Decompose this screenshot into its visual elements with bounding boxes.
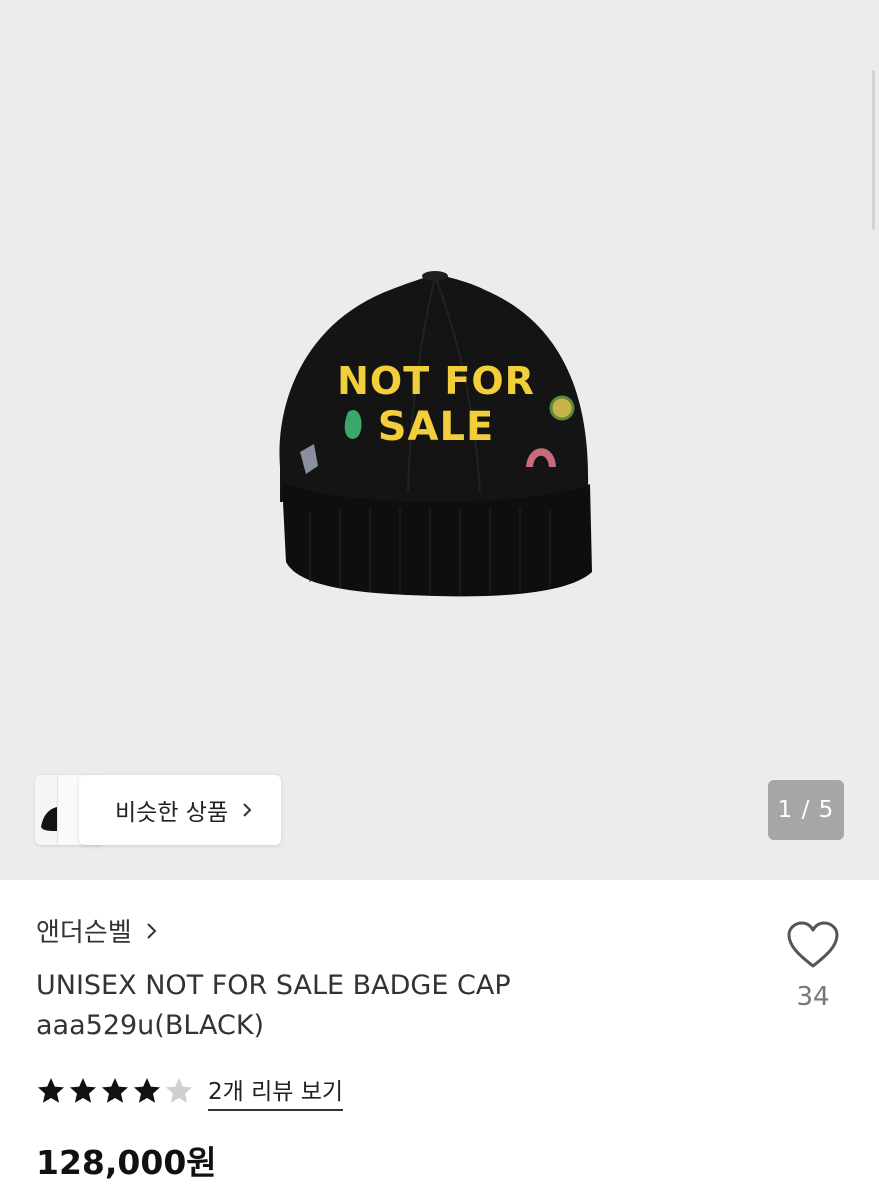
- brand-link[interactable]: 앤더슨벨: [36, 912, 160, 949]
- cap-text-line2: SALE: [378, 404, 495, 450]
- chevron-right-icon: [243, 803, 252, 817]
- review-link[interactable]: 2개 리뷰 보기: [208, 1072, 344, 1111]
- rating-stars: [36, 1076, 196, 1106]
- brand-name: 앤더슨벨: [36, 918, 132, 948]
- star-filled-icon: [102, 1078, 128, 1103]
- similar-products-button[interactable]: 비슷한 상품: [79, 775, 281, 845]
- star-filled-icon: [134, 1078, 160, 1103]
- like-button[interactable]: 34: [784, 920, 842, 1012]
- heart-outline-icon: [787, 921, 839, 968]
- chevron-right-icon: [146, 922, 157, 939]
- page-indicator: 1 / 5: [768, 780, 844, 840]
- rating-row: 2개 리뷰 보기: [36, 1072, 344, 1111]
- star-filled-icon: [38, 1078, 64, 1103]
- product-price: 128,000원: [36, 1143, 217, 1182]
- scrollbar[interactable]: [872, 70, 875, 230]
- like-count: 34: [796, 982, 830, 1012]
- product-name: UNISEX NOT FOR SALE BADGE CAP aaa529u(BL…: [36, 970, 511, 1041]
- cap-text-line1: NOT FOR: [337, 359, 535, 403]
- similar-products-label: 비슷한 상품: [115, 800, 229, 826]
- product-image-gallery[interactable]: NOT FOR SALE 비슷한 상품 1 / 5: [0, 0, 879, 880]
- star-filled-icon: [70, 1078, 96, 1103]
- product-image: NOT FOR SALE: [279, 271, 592, 597]
- star-empty-icon: [166, 1078, 192, 1103]
